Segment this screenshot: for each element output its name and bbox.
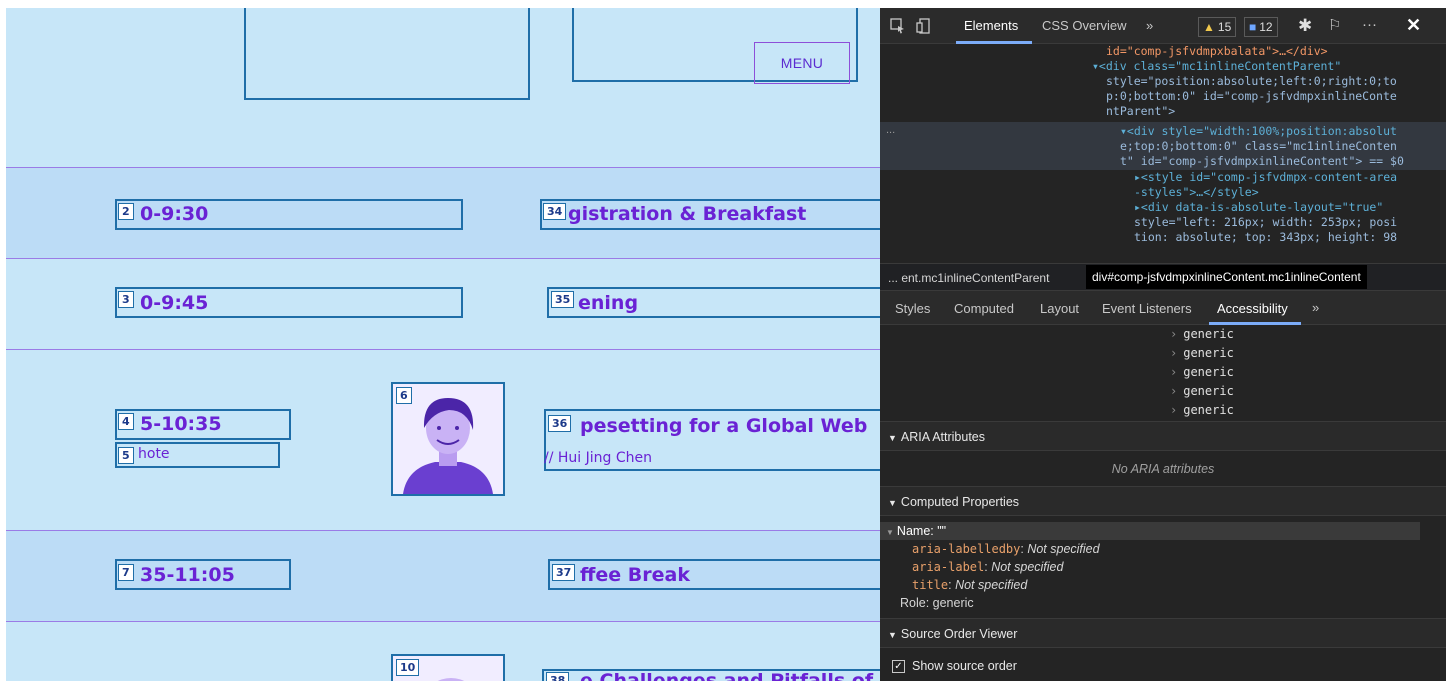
show-source-order-label: Show source order (912, 659, 1017, 673)
session-time: 5-10:35 (140, 413, 222, 435)
messages-counter[interactable]: ■ 12 (1244, 17, 1278, 37)
warnings-count: 15 (1217, 20, 1232, 34)
node-ellipsis-icon[interactable]: ... (886, 124, 895, 136)
triangle-down-icon: ▼ (888, 433, 897, 443)
a11y-tree-node[interactable]: › generic (1170, 403, 1234, 417)
warning-icon: ▲ (1203, 20, 1215, 34)
session-title[interactable]: ening (578, 292, 638, 314)
header-block-left (244, 8, 530, 100)
code-line[interactable]: ▸<div data-is-absolute-layout="true" (1134, 200, 1383, 215)
session-time: 0-9:45 (140, 292, 209, 314)
messages-count: 12 (1259, 20, 1273, 34)
a11y-tree-node[interactable]: › generic (1170, 346, 1234, 360)
order-badge: 36 (548, 415, 572, 432)
property-row: title: Not specified (912, 578, 1028, 592)
device-toolbar-icon[interactable] (916, 18, 932, 39)
code-line: style="position:absolute;left:0;right:0;… (1106, 74, 1397, 88)
tab-computed[interactable]: Computed (954, 301, 1014, 316)
order-badge: 5 (118, 447, 134, 464)
property-row: aria-labelledby: Not specified (912, 542, 1100, 556)
a11y-tree-node[interactable]: › generic (1170, 327, 1234, 341)
devtools-toolbar: Elements CSS Overview » ▲ 15 ■ 12 ✱ ⚐ ··… (880, 8, 1446, 44)
triangle-down-icon: ▼ (886, 528, 894, 537)
show-source-order-checkbox[interactable]: ✓ (892, 659, 905, 673)
tab-event-listeners[interactable]: Event Listeners (1102, 301, 1192, 316)
order-badge: 2 (118, 203, 134, 220)
sidebar-tabs: Styles Computed Layout Event Listeners A… (880, 291, 1446, 325)
order-badge: 37 (552, 564, 576, 581)
aria-attributes-header[interactable]: ▼ ARIA Attributes (880, 421, 1446, 451)
triangle-down-icon: ▼ (888, 498, 897, 508)
settings-gear-icon[interactable]: ✱ (1298, 16, 1312, 36)
code-line[interactable]: ▾<div style="width:100%;position:absolut (1120, 124, 1397, 139)
tab-css-overview[interactable]: CSS Overview (1042, 18, 1127, 33)
session-time: 35-11:05 (140, 564, 235, 586)
chevron-right-icon: › (1170, 384, 1178, 398)
inspect-element-icon[interactable] (890, 18, 906, 39)
code-line: style="left: 216px; width: 253px; posi (1134, 215, 1398, 229)
breadcrumb-item-active[interactable]: div#comp-jsfvdmpxinlineContent.mc1inline… (1086, 265, 1367, 289)
code-line: t" id="comp-jsfvdmpxinlineContent"> == $… (1120, 154, 1404, 168)
show-source-order-row: ✓ Show source order (892, 659, 1017, 673)
session-title[interactable]: pesetting for a Global Web (580, 415, 867, 437)
code-line: ntParent"> (1106, 104, 1176, 118)
page-viewport: MENU 2 0-9:30 34 gistration & Breakfast … (6, 8, 880, 681)
code-line: tion: absolute; top: 343px; height: 98 (1134, 230, 1398, 244)
tab-active-indicator (1209, 322, 1301, 325)
more-options-icon[interactable]: ··· (1362, 16, 1377, 33)
code-line[interactable]: ▸<style id="comp-jsfvdmpx-content-area (1134, 170, 1397, 185)
aria-empty-message: No ARIA attributes (1111, 462, 1215, 476)
code-line[interactable]: id="comp-jsfvdmpxbalata">…</div> (1106, 44, 1328, 59)
order-badge: 3 (118, 291, 134, 308)
breadcrumb-item[interactable]: ... ent.mc1inlineContentParent (888, 271, 1049, 285)
chevron-right-icon: › (1170, 403, 1178, 417)
session-time: 0-9:30 (140, 203, 209, 225)
code-line: e;top:0;bottom:0" class="mc1inlineConten (1120, 139, 1397, 153)
order-badge: 4 (118, 413, 134, 430)
tab-styles[interactable]: Styles (895, 301, 930, 316)
code-line: p:0;bottom:0" id="comp-jsfvdmpxinlineCon… (1106, 89, 1397, 103)
code-line[interactable]: ▾<div class="mc1inlineContentParent" (1092, 59, 1341, 74)
more-tabs-button[interactable]: » (1146, 18, 1153, 33)
tab-layout[interactable]: Layout (1040, 301, 1079, 316)
code-line: -styles">…</style> (1134, 185, 1259, 199)
tab-elements[interactable]: Elements (964, 18, 1018, 33)
more-tabs-button[interactable]: » (1312, 300, 1319, 315)
a11y-tree-node[interactable]: › generic (1170, 365, 1234, 379)
session-title[interactable]: e Challenges and Pitfalls of (580, 670, 873, 681)
order-badge: 38 (546, 672, 570, 681)
breadcrumb: ... ent.mc1inlineContentParent div#comp-… (880, 263, 1446, 291)
property-row: aria-label: Not specified (912, 560, 1064, 574)
order-badge: 6 (396, 387, 412, 404)
a11y-tree-node[interactable]: › generic (1170, 384, 1234, 398)
devtools-panel: Elements CSS Overview » ▲ 15 ■ 12 ✱ ⚐ ··… (880, 8, 1446, 681)
computed-properties-header[interactable]: ▼ Computed Properties (880, 486, 1446, 516)
feedback-icon[interactable]: ⚐ (1328, 16, 1341, 34)
name-row[interactable]: ▼ Name: "" (880, 522, 1420, 540)
schedule-band-spacer (6, 126, 880, 168)
speaker-name[interactable]: // Hui Jing Chen (544, 450, 652, 466)
tab-accessibility[interactable]: Accessibility (1217, 301, 1288, 316)
triangle-down-icon: ▼ (888, 630, 897, 640)
message-icon: ■ (1249, 20, 1257, 34)
chevron-right-icon: › (1170, 346, 1178, 360)
order-badge: 34 (543, 203, 567, 220)
role-row: Role: generic (900, 596, 974, 610)
chevron-right-icon: › (1170, 327, 1178, 341)
warnings-counter[interactable]: ▲ 15 (1198, 17, 1237, 37)
menu-button[interactable]: MENU (754, 42, 850, 84)
chevron-right-icon: › (1170, 365, 1178, 379)
session-type: hote (138, 446, 170, 462)
tab-active-indicator (956, 41, 1032, 44)
session-title[interactable]: gistration & Breakfast (568, 203, 806, 225)
close-icon[interactable]: ✕ (1406, 15, 1421, 36)
order-badge: 35 (551, 291, 575, 308)
source-order-header[interactable]: ▼ Source Order Viewer (880, 618, 1446, 648)
session-title[interactable]: ffee Break (580, 564, 690, 586)
order-badge: 7 (118, 564, 134, 581)
order-badge: 10 (396, 659, 420, 676)
